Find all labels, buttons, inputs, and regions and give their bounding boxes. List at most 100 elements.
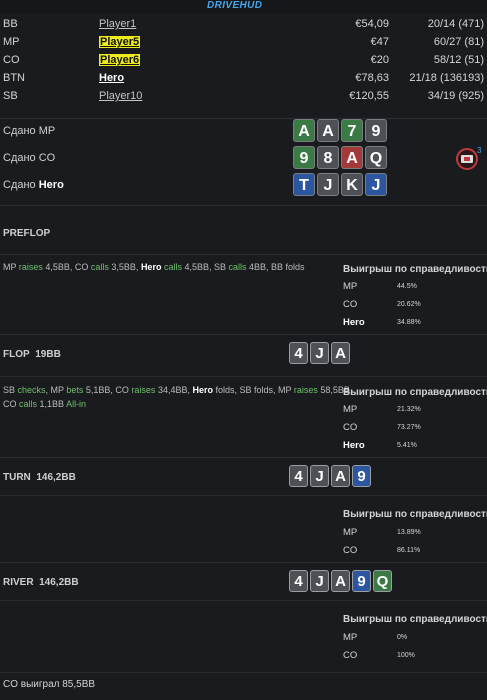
action-text: folds, SB folds, MP — [212, 385, 294, 395]
river-title: RIVER 146,2BB — [3, 577, 79, 588]
preflop-equity-header: Выигрыш по справедливости — [343, 264, 487, 275]
player-position: BB — [3, 18, 18, 30]
equity-value: 13.89% — [397, 529, 421, 536]
player-position: MP — [3, 36, 20, 48]
dealt-label: Сдано Hero — [3, 179, 64, 191]
preflop-title: PREFLOP — [3, 228, 51, 239]
equity-value: 5.41% — [397, 442, 417, 449]
divider — [0, 600, 487, 601]
hole-card: Q — [365, 146, 387, 169]
equity-player: MP — [343, 527, 358, 538]
action-text: 34,4BB, — [155, 385, 193, 395]
player-stats: 34/19 (925) — [427, 90, 484, 102]
equity-value: 86.11% — [397, 547, 421, 554]
hole-card: K — [341, 173, 363, 196]
action-verb: bets — [66, 385, 84, 395]
player-name-link[interactable]: Player1 — [99, 18, 136, 30]
equity-player: MP — [343, 632, 358, 643]
player-stats: 20/14 (471) — [427, 18, 484, 30]
action-text: 4,5BB, CO — [42, 262, 91, 272]
hero-name: Hero — [140, 262, 162, 272]
board-card: J — [310, 465, 329, 487]
hole-card: 9 — [293, 146, 315, 169]
divider — [0, 457, 487, 458]
action-text: 3,5BB, — [108, 262, 141, 272]
equity-value: 20.62% — [397, 301, 421, 308]
player-stack: €120,55 — [349, 90, 389, 102]
action-verb: calls — [228, 262, 247, 272]
action-verb: calls — [19, 399, 38, 409]
board-card: J — [310, 342, 329, 364]
board-card: A — [331, 465, 350, 487]
player-name-link[interactable]: Player5 — [99, 36, 141, 48]
player-row: BB Player1 €54,09 20/14 (471) — [0, 15, 487, 33]
flop-title: FLOP 19BB — [3, 349, 61, 360]
drivehud-logo: DRIVEHUD — [0, 0, 487, 13]
dealt-label: Сдано CO — [3, 152, 56, 164]
hole-card: J — [317, 173, 339, 196]
action-verb: raises — [18, 262, 43, 272]
divider — [0, 118, 487, 119]
player-stack: €20 — [370, 54, 389, 66]
action-text: 4,5BB, SB — [181, 262, 229, 272]
cards-stack-icon[interactable]: 3 — [455, 145, 481, 171]
action-text: , MP — [45, 385, 67, 395]
result-text: CO выиграл 85,5BB — [3, 679, 96, 690]
action-text: 4BB, BB folds — [246, 262, 305, 272]
divider — [0, 495, 487, 496]
river-equity-header: Выигрыш по справедливости — [343, 614, 487, 625]
turn-title: TURN 146,2BB — [3, 472, 76, 483]
equity-player: Hero — [343, 317, 365, 328]
action-text: SB — [3, 385, 18, 395]
hole-card: A — [341, 146, 363, 169]
hole-card: 7 — [341, 119, 363, 142]
equity-value: 21.32% — [397, 406, 421, 413]
action-text: 5,1BB, CO — [83, 385, 132, 395]
player-stack: €47 — [370, 36, 389, 48]
flop-actions-line2: CO calls 1,1BB All-in — [3, 396, 86, 412]
player-position: SB — [3, 90, 18, 102]
action-verb: calls — [90, 262, 109, 272]
divider — [0, 254, 487, 255]
hole-card: J — [365, 173, 387, 196]
board-card: A — [331, 570, 350, 592]
equity-value: 0% — [397, 634, 408, 641]
board-card: 4 — [289, 465, 308, 487]
hole-card: 8 — [317, 146, 339, 169]
player-stack: €54,09 — [355, 18, 389, 30]
equity-player: MP — [343, 404, 358, 415]
board-card: 9 — [352, 570, 371, 592]
player-name-link[interactable]: Player10 — [99, 90, 142, 102]
action-verb: raises — [293, 385, 318, 395]
board-card: 4 — [289, 570, 308, 592]
player-name-link[interactable]: Hero — [99, 72, 124, 84]
divider — [0, 672, 487, 673]
equity-player: CO — [343, 299, 358, 310]
preflop-actions: MP raises 4,5BB, CO calls 3,5BB, Hero ca… — [3, 259, 305, 275]
svg-text:3: 3 — [477, 146, 481, 155]
hole-card: A — [293, 119, 315, 142]
equity-player: CO — [343, 545, 358, 556]
equity-value: 73.27% — [397, 424, 421, 431]
board-card: 4 — [289, 342, 308, 364]
player-position: CO — [3, 54, 20, 66]
board-card: 9 — [352, 465, 371, 487]
player-row: SB Player10 €120,55 34/19 (925) — [0, 87, 487, 105]
action-verb: checks — [17, 385, 46, 395]
turn-equity-header: Выигрыш по справедливости — [343, 509, 487, 520]
equity-player: Hero — [343, 440, 365, 451]
brand-logo-text: DRIVEHUD — [207, 0, 263, 11]
divider — [0, 376, 487, 377]
player-stats: 60/27 (81) — [433, 36, 484, 48]
player-stack: €78,63 — [355, 72, 389, 84]
player-name-link[interactable]: Player6 — [99, 54, 141, 66]
action-verb: raises — [131, 385, 156, 395]
player-stats: 21/18 (136193) — [409, 72, 484, 84]
board-card: Q — [373, 570, 392, 592]
divider — [0, 334, 487, 335]
action-text: 1,1BB — [37, 399, 67, 409]
divider — [0, 562, 487, 563]
player-stats: 58/12 (51) — [433, 54, 484, 66]
equity-value: 44.5% — [397, 283, 417, 290]
dealt-label: Сдано MP — [3, 125, 56, 137]
